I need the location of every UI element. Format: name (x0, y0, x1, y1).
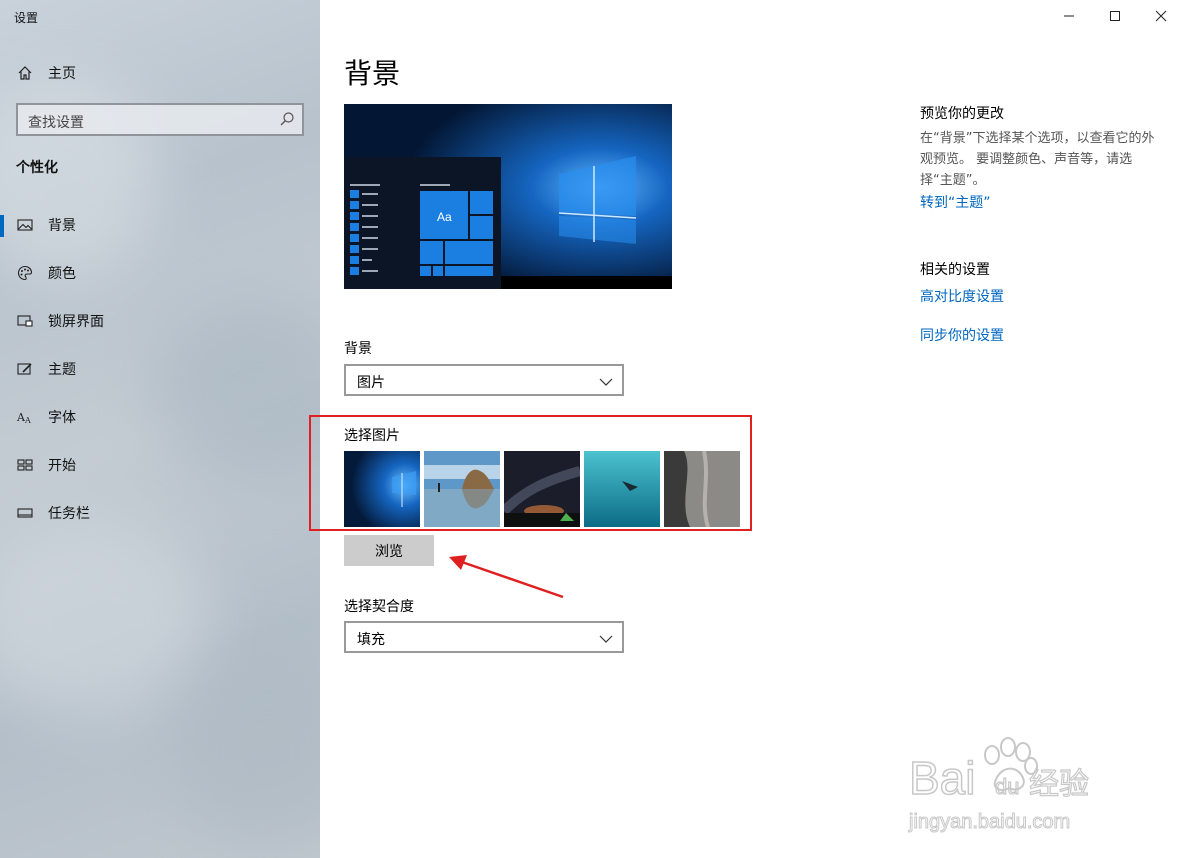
taskbar-icon (16, 504, 34, 522)
app-title: 设置 (14, 11, 39, 25)
sidebar-item-lock-screen[interactable]: 锁屏界面 (0, 301, 320, 341)
palette-icon (16, 264, 34, 282)
fit-dropdown-value: 填充 (357, 632, 385, 648)
picture-icon (16, 216, 34, 234)
close-icon (1155, 10, 1167, 22)
theme-brush-icon (16, 360, 34, 378)
sidebar-item-home[interactable]: 主页 (0, 53, 320, 93)
sidebar-item-taskbar[interactable]: 任务栏 (0, 493, 320, 533)
sidebar-item-background[interactable]: 背景 (0, 205, 320, 245)
search-icon[interactable] (278, 110, 296, 128)
high-contrast-link[interactable]: 高对比度设置 (920, 286, 1004, 306)
sidebar-item-label: 锁屏界面 (48, 314, 104, 330)
sidebar-item-colors[interactable]: 颜色 (0, 253, 320, 293)
picture-thumbnail[interactable] (504, 451, 580, 527)
go-to-themes-link[interactable]: 转到“主题” (920, 192, 991, 212)
preview-tile-text: Aa (437, 210, 452, 224)
picture-thumbnail[interactable] (584, 451, 660, 527)
minimize-button[interactable] (1046, 0, 1092, 32)
fit-dropdown[interactable]: 填充 (344, 621, 624, 653)
sidebar: 设置 主页 查找设置 个性化 背景 颜色 锁屏界面 主题 A A 字体 开始 任… (0, 0, 320, 858)
chevron-down-icon (599, 374, 613, 388)
browse-button[interactable]: 浏览 (344, 535, 434, 566)
annotation-arrow (449, 555, 564, 599)
search-placeholder: 查找设置 (28, 115, 84, 131)
watermark-url: jingyan.baidu.com (908, 811, 1070, 833)
start-icon (16, 456, 34, 474)
sidebar-item-start[interactable]: 开始 (0, 445, 320, 485)
sidebar-item-label: 背景 (48, 218, 76, 234)
fit-label: 选择契合度 (344, 599, 414, 615)
page-title: 背景 (344, 57, 401, 90)
preview-description: 在“背景”下选择某个选项，以查看它的外观预览。 要调整颜色、声音等，请选择“主题… (920, 131, 1155, 188)
maximize-button[interactable] (1092, 0, 1138, 32)
sidebar-item-label: 开始 (48, 458, 76, 474)
choose-picture-label: 选择图片 (344, 428, 400, 444)
close-button[interactable] (1138, 0, 1184, 32)
background-label: 背景 (344, 341, 372, 357)
sidebar-item-label: 主题 (48, 362, 76, 378)
background-preview: Aa (344, 104, 672, 289)
search-field[interactable]: 查找设置 (16, 103, 304, 136)
home-icon (16, 64, 34, 82)
sidebar-item-label: 字体 (48, 410, 76, 426)
watermark-brand2: du (995, 774, 1019, 799)
related-settings-heading: 相关的设置 (920, 262, 990, 278)
maximize-icon (1110, 11, 1120, 21)
picture-thumbnail[interactable] (344, 451, 420, 527)
watermark-brand: Bai (909, 752, 975, 804)
preview-heading: 预览你的更改 (920, 106, 1004, 122)
lock-screen-icon (16, 312, 34, 330)
background-dropdown[interactable]: 图片 (344, 364, 624, 396)
font-icon: AA (16, 408, 34, 426)
picture-thumbnail[interactable] (664, 451, 740, 527)
sidebar-item-label: 主页 (48, 66, 76, 82)
background-dropdown-value: 图片 (357, 375, 385, 391)
picture-thumbnail[interactable] (424, 451, 500, 527)
sidebar-item-fonts[interactable]: AA 字体 (0, 397, 320, 437)
svg-text:A: A (24, 416, 31, 425)
section-title: 个性化 (16, 160, 58, 176)
minimize-icon (1064, 15, 1074, 17)
sidebar-item-label: 任务栏 (48, 506, 90, 522)
settings-window: 设置 主页 查找设置 个性化 背景 颜色 锁屏界面 主题 A A 字体 开始 任… (0, 0, 1184, 858)
sync-settings-link[interactable]: 同步你的设置 (920, 325, 1004, 345)
sidebar-item-label: 颜色 (48, 266, 76, 282)
baidu-watermark: Bai du 经验 jingyan.baidu.com (905, 730, 1135, 840)
chevron-down-icon (599, 631, 613, 645)
sidebar-item-themes[interactable]: 主题 (0, 349, 320, 389)
watermark-cn: 经验 (1029, 767, 1089, 802)
